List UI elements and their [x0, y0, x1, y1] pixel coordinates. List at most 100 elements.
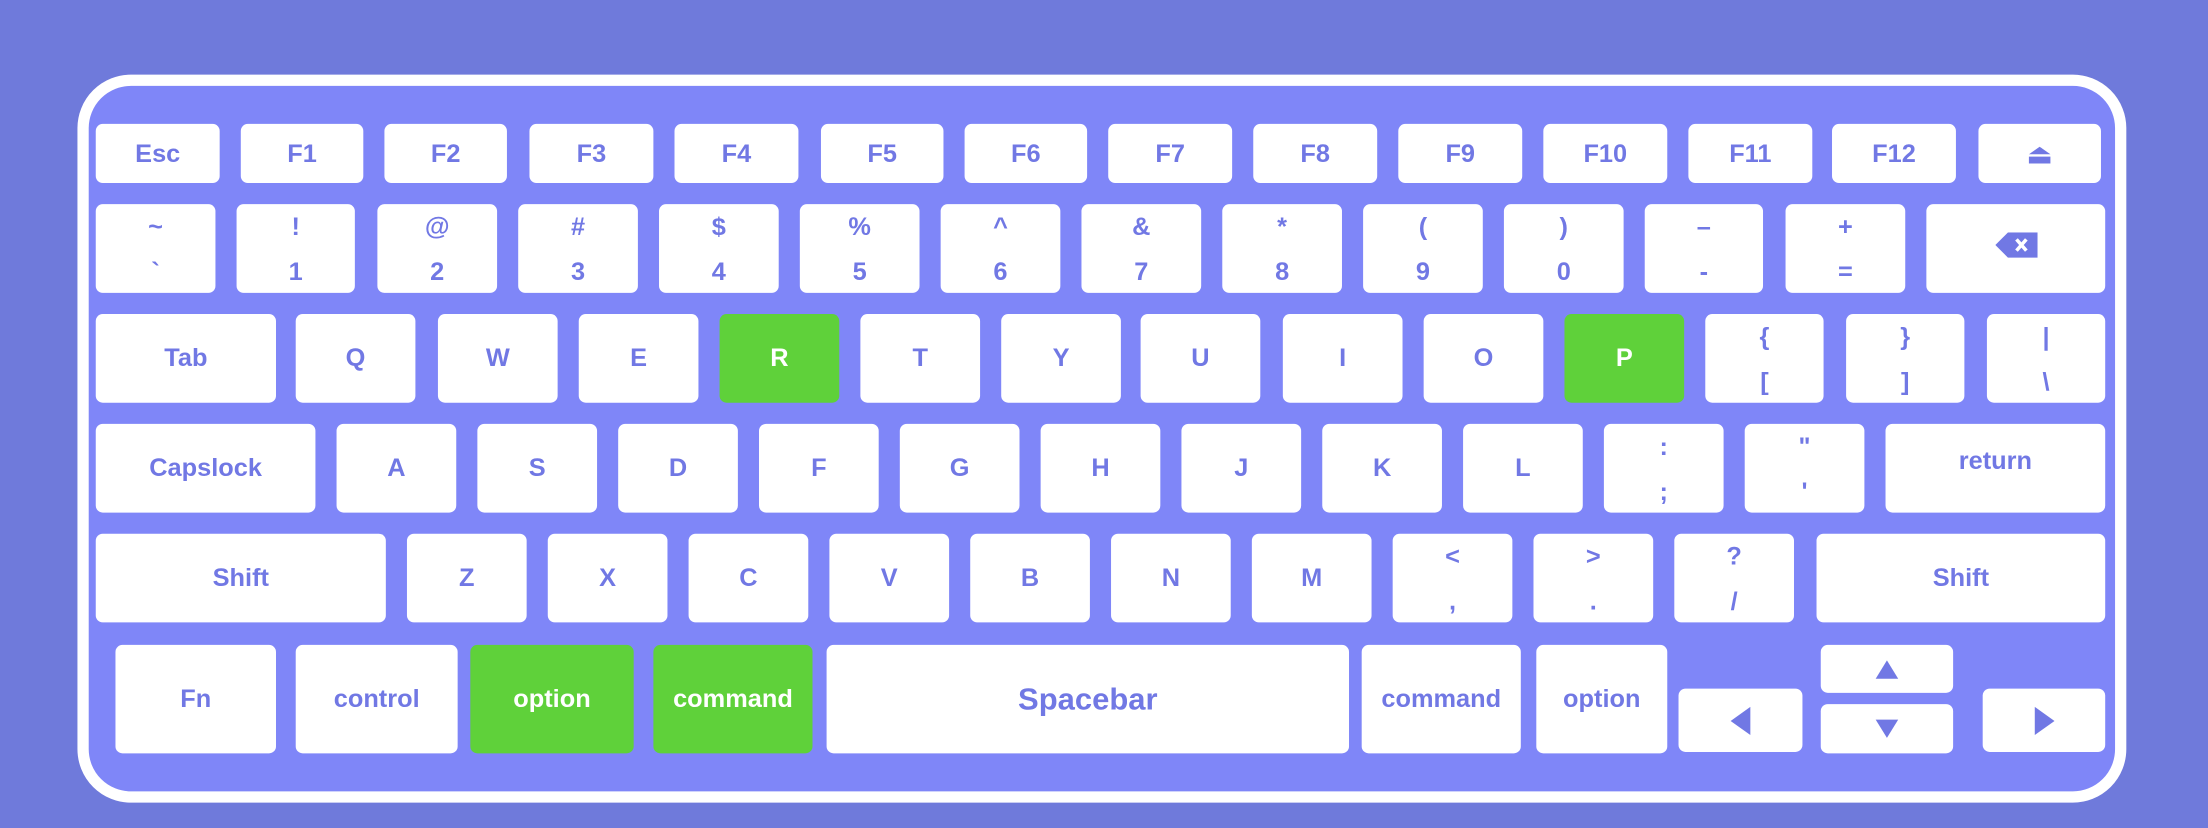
- arrow-right-icon: [2034, 706, 2054, 735]
- key-arrow-right[interactable]: [1982, 688, 2106, 752]
- key-4[interactable]: $4: [659, 204, 779, 293]
- key-label: H: [1091, 453, 1110, 482]
- key-j[interactable]: J: [1181, 423, 1302, 513]
- key-5[interactable]: % 5: [799, 204, 920, 293]
- key-p[interactable]: P: [1564, 314, 1685, 403]
- key-s[interactable]: S: [477, 423, 598, 513]
- key-symbol[interactable]: }]: [1846, 314, 1965, 403]
- key-label: F10: [1583, 138, 1628, 167]
- key-bottom-label: ': [1801, 476, 1808, 505]
- key-label: K: [1372, 453, 1392, 482]
- key-d[interactable]: D: [618, 423, 738, 513]
- key-symbol[interactable]: {[: [1705, 314, 1824, 403]
- key-c[interactable]: C: [688, 533, 809, 623]
- key-symbol[interactable]: " ': [1744, 423, 1865, 513]
- key-esc[interactable]: Esc: [95, 123, 220, 184]
- key-capslock[interactable]: Capslock: [95, 423, 316, 513]
- key-symbol[interactable]: ? /: [1674, 533, 1794, 623]
- key-spacebar[interactable]: Spacebar: [826, 644, 1350, 754]
- key-arrow-left[interactable]: [1678, 688, 1803, 752]
- key-top-label: (: [1418, 211, 1428, 241]
- key-command[interactable]: command: [653, 644, 813, 754]
- key-f6[interactable]: F6: [964, 123, 1088, 184]
- key-y[interactable]: Y: [1001, 314, 1121, 403]
- key-v[interactable]: V: [829, 533, 950, 623]
- key-control[interactable]: control: [295, 644, 458, 754]
- key-g[interactable]: G: [899, 423, 1020, 513]
- key-f4[interactable]: F4: [674, 123, 799, 184]
- arrow-left-icon: [1730, 706, 1751, 735]
- key-top-label: &: [1132, 211, 1151, 241]
- key-h[interactable]: H: [1040, 423, 1161, 513]
- key-f2[interactable]: F2: [384, 123, 507, 184]
- key-symbol[interactable]: – -: [1644, 204, 1764, 293]
- key-label: Shift: [1932, 563, 1990, 592]
- key-eject[interactable]: ⏏: [1978, 123, 2101, 184]
- key-shift[interactable]: Shift: [95, 533, 386, 623]
- key-f12[interactable]: F12: [1832, 123, 1956, 184]
- key-label: command: [1381, 684, 1502, 713]
- key-label: F8: [1300, 138, 1331, 167]
- arrow-down-icon: [1875, 719, 1899, 738]
- key-label: E: [630, 343, 648, 372]
- key-r[interactable]: R: [719, 314, 840, 403]
- key-tab[interactable]: Tab: [95, 314, 276, 403]
- key-top-label: ": [1798, 431, 1811, 460]
- key-symbol[interactable]: >.: [1533, 533, 1654, 623]
- key-symbol[interactable]: | \: [1986, 314, 2106, 403]
- key-bottom-label: -: [1699, 256, 1709, 286]
- key-backspace[interactable]: [1926, 204, 2106, 293]
- key-shift[interactable]: Shift: [1816, 533, 2106, 623]
- key-label: F: [811, 453, 827, 482]
- key-top-label: $: [711, 211, 726, 241]
- key-return[interactable]: return: [1885, 423, 2106, 513]
- key-9[interactable]: (9: [1363, 204, 1483, 293]
- key-arrow-down[interactable]: [1820, 704, 1954, 754]
- key-a[interactable]: A: [336, 423, 457, 513]
- key-o[interactable]: O: [1423, 314, 1544, 403]
- key-f3[interactable]: F3: [529, 123, 654, 184]
- key-w[interactable]: W: [437, 314, 558, 403]
- key-8[interactable]: * 8: [1222, 204, 1342, 293]
- key-f9[interactable]: F9: [1398, 123, 1523, 184]
- key-f10[interactable]: F10: [1543, 123, 1668, 184]
- key-m[interactable]: M: [1251, 533, 1372, 623]
- key-arrow-up[interactable]: [1820, 644, 1954, 693]
- key-1[interactable]: ! 1: [236, 204, 355, 293]
- key-symbol[interactable]: <,: [1392, 533, 1513, 623]
- key-f7[interactable]: F7: [1108, 123, 1233, 184]
- key-7[interactable]: & 7: [1081, 204, 1202, 293]
- key-symbol[interactable]: + =: [1785, 204, 1906, 293]
- key-f11[interactable]: F11: [1688, 123, 1813, 184]
- key-k[interactable]: K: [1322, 423, 1442, 513]
- key-2[interactable]: @2: [377, 204, 498, 293]
- key-i[interactable]: I: [1282, 314, 1403, 403]
- key-f[interactable]: F: [758, 423, 879, 513]
- key-b[interactable]: B: [970, 533, 1090, 623]
- key-l[interactable]: L: [1463, 423, 1583, 513]
- key-f5[interactable]: F5: [820, 123, 944, 184]
- key-3[interactable]: #3: [518, 204, 638, 293]
- key-f1[interactable]: F1: [240, 123, 364, 184]
- key-q[interactable]: Q: [295, 314, 416, 403]
- key-n[interactable]: N: [1111, 533, 1231, 623]
- key-command[interactable]: command: [1361, 644, 1521, 754]
- key-option[interactable]: option: [1536, 644, 1668, 754]
- key-label: S: [528, 453, 546, 482]
- key-t[interactable]: T: [860, 314, 981, 403]
- key-u[interactable]: U: [1140, 314, 1261, 403]
- key-fn[interactable]: Fn: [115, 644, 276, 754]
- key-symbol[interactable]: :;: [1603, 423, 1724, 513]
- key-6[interactable]: ^ 6: [940, 204, 1061, 293]
- key-e[interactable]: E: [578, 314, 699, 403]
- key-f8[interactable]: F8: [1253, 123, 1378, 184]
- key-z[interactable]: Z: [406, 533, 527, 623]
- key-label: T: [912, 343, 928, 372]
- key-0[interactable]: ) 0: [1503, 204, 1624, 293]
- key-symbol[interactable]: ~ `: [95, 204, 216, 293]
- key-option[interactable]: option: [470, 644, 634, 754]
- key-label: B: [1020, 563, 1040, 592]
- key-x[interactable]: X: [547, 533, 668, 623]
- key-label: option: [513, 684, 591, 713]
- key-label: Tab: [164, 343, 208, 372]
